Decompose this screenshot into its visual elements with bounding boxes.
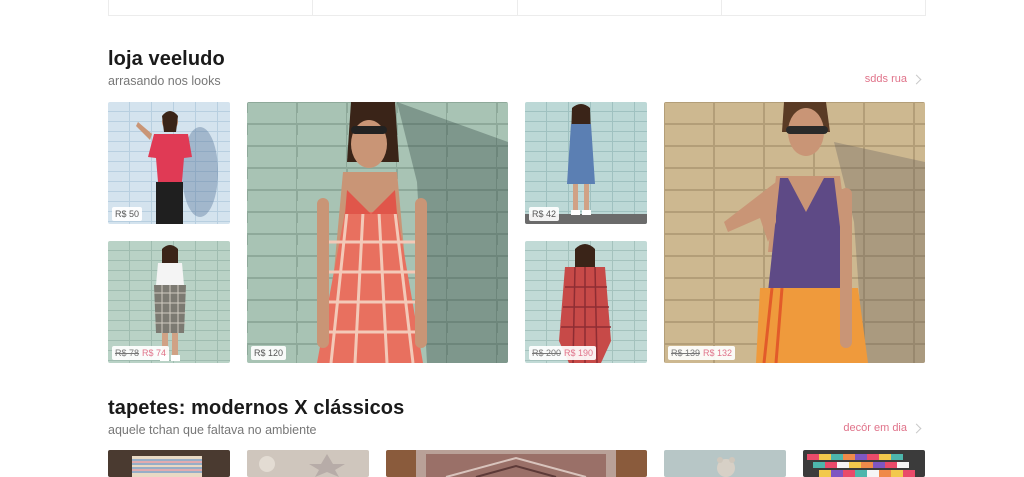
product-card[interactable]: R$ 78 R$ 74 bbox=[108, 241, 230, 363]
product-card[interactable]: R$ 42 bbox=[525, 102, 647, 224]
grid-cell[interactable] bbox=[109, 0, 314, 15]
section-title: tapetes: modernos X clássicos bbox=[108, 397, 405, 419]
chevron-right-icon bbox=[911, 423, 922, 433]
product-photo bbox=[108, 241, 230, 363]
section-loja-veeludo-header: loja veeludo arrasando nos looks sdds ru… bbox=[108, 48, 926, 88]
see-more-label: sdds rua bbox=[864, 73, 907, 85]
price-tag: R$ 50 bbox=[112, 207, 143, 221]
price: R$ 42 bbox=[532, 209, 557, 219]
product-card-featured[interactable]: R$ 120 bbox=[247, 102, 508, 363]
section-subtitle: aquele tchan que faltava no ambiente bbox=[108, 423, 317, 437]
price-tag: R$ 120 bbox=[251, 346, 287, 360]
product-card[interactable]: R$ 200 R$ 190 bbox=[525, 241, 647, 363]
price-tag: R$ 200 R$ 190 bbox=[529, 346, 597, 360]
product-photo bbox=[247, 450, 369, 477]
price-tag: R$ 139 R$ 132 bbox=[668, 346, 736, 360]
product-card[interactable] bbox=[108, 450, 230, 477]
product-photo bbox=[664, 450, 786, 477]
product-card[interactable] bbox=[803, 450, 925, 477]
grid-cell[interactable] bbox=[518, 0, 722, 15]
see-more-label: decór em dia bbox=[843, 422, 907, 434]
product-card[interactable] bbox=[247, 450, 369, 477]
price: R$ 132 bbox=[703, 348, 733, 358]
price-tag: R$ 42 bbox=[529, 207, 560, 221]
section-title: loja veeludo bbox=[108, 48, 225, 70]
product-card-featured[interactable] bbox=[386, 450, 647, 477]
product-card[interactable]: R$ 50 bbox=[108, 102, 230, 224]
grid-cell[interactable] bbox=[722, 0, 925, 15]
price: R$ 120 bbox=[254, 348, 284, 358]
price: R$ 74 bbox=[142, 348, 167, 358]
chevron-right-icon bbox=[911, 74, 922, 84]
product-photo bbox=[108, 450, 230, 477]
product-photo bbox=[108, 102, 230, 224]
product-photo bbox=[525, 241, 647, 363]
old-price: R$ 78 bbox=[115, 348, 140, 358]
price-tag: R$ 78 R$ 74 bbox=[112, 346, 170, 360]
product-photo bbox=[386, 450, 647, 477]
see-more-link[interactable]: decór em dia bbox=[843, 422, 922, 434]
grid-cell[interactable] bbox=[313, 0, 518, 15]
product-card[interactable] bbox=[664, 450, 786, 477]
product-photo bbox=[664, 102, 925, 363]
section-tapetes-header: tapetes: modernos X clássicos aquele tch… bbox=[108, 397, 926, 437]
price: R$ 190 bbox=[564, 348, 594, 358]
price: R$ 50 bbox=[115, 209, 140, 219]
product-photo bbox=[247, 102, 508, 363]
product-photo bbox=[525, 102, 647, 224]
old-price: R$ 200 bbox=[532, 348, 562, 358]
section-subtitle: arrasando nos looks bbox=[108, 74, 221, 88]
previous-section-grid bbox=[108, 0, 926, 16]
old-price: R$ 139 bbox=[671, 348, 701, 358]
product-photo bbox=[803, 450, 925, 477]
product-card-featured[interactable]: R$ 139 R$ 132 bbox=[664, 102, 925, 363]
see-more-link[interactable]: sdds rua bbox=[864, 73, 922, 85]
